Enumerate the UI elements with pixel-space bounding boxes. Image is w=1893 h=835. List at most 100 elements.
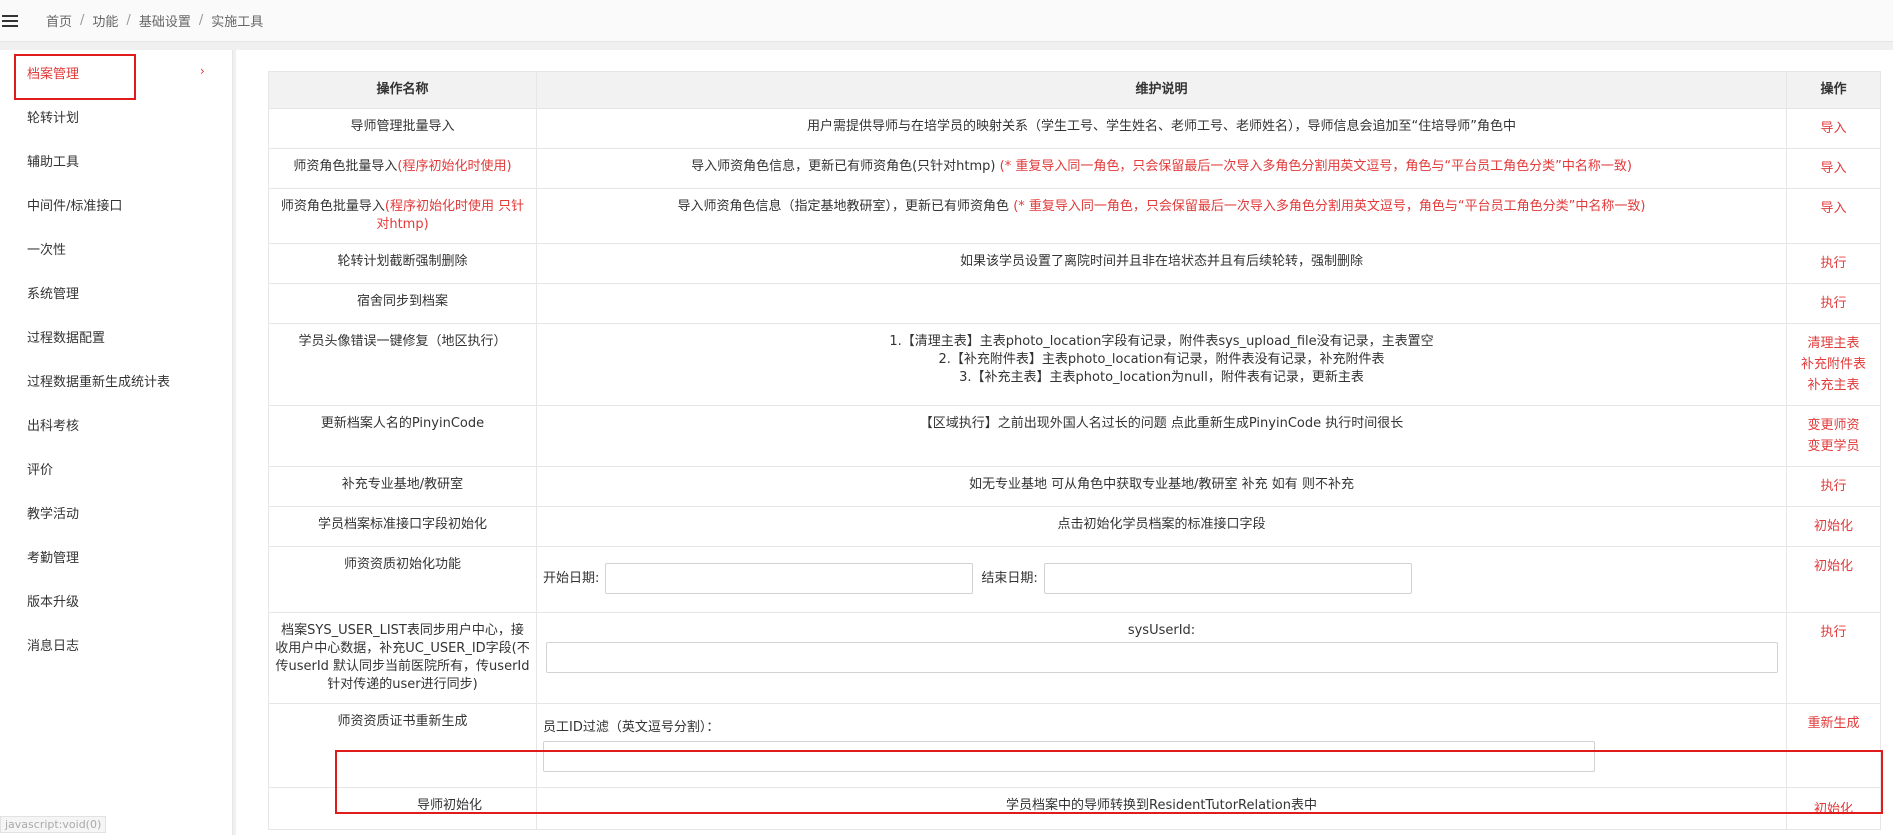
employee-id-filter-input[interactable]: [543, 741, 1595, 772]
breadcrumb-function[interactable]: 功能: [92, 11, 118, 30]
sidebar-item-teaching-activity[interactable]: 教学活动: [0, 490, 232, 534]
menu-icon[interactable]: [2, 14, 22, 28]
sidebar-item-process-data-regenerate[interactable]: 过程数据重新生成统计表: [0, 358, 232, 402]
sidebar-item-evaluation[interactable]: 评价: [0, 446, 232, 490]
row-desc: 用户需提供导师与在培学员的映射关系（学生工号、学生姓名、老师工号、老师姓名），导…: [536, 108, 1787, 149]
execute-link[interactable]: 执行: [1793, 293, 1874, 314]
table-row: 学员档案标准接口字段初始化 点击初始化学员档案的标准接口字段 初始化: [268, 506, 1881, 547]
table-row: 师资角色批量导入(程序初始化时使用 只针对htmp) 导入师资角色信息（指定基地…: [268, 188, 1881, 244]
row-name-text: 师资角色批量导入: [293, 159, 398, 174]
start-date-input[interactable]: [605, 563, 974, 594]
sidebar-item-version-upgrade[interactable]: 版本升级: [0, 578, 232, 622]
sidebar-item-label: 考勤管理: [27, 550, 80, 566]
breadcrumb-current: 实施工具: [211, 15, 264, 30]
row-name-text: 师资角色批量导入: [280, 199, 385, 214]
table-row: 档案SYS_USER_LIST表同步用户中心，接收用户中心数据，补充UC_USE…: [268, 612, 1881, 704]
sidebar-item-label: 中间件/标准接口: [27, 198, 123, 214]
sidebar-item-label: 消息日志: [27, 638, 80, 654]
breadcrumb-home[interactable]: 首页: [46, 11, 72, 30]
row-desc: 学员档案中的导师转换到ResidentTutorRelation表中: [536, 787, 1787, 830]
desc-line: 1.【清理主表】主表photo_location字段有记录，附件表sys_upl…: [889, 334, 1434, 349]
sidebar-item-message-log[interactable]: 消息日志: [0, 622, 232, 666]
sidebar-item-label: 系统管理: [27, 286, 80, 302]
row-name-note: (程序初始化时使用 只针对htmp): [376, 199, 525, 232]
row-name: 档案SYS_USER_LIST表同步用户中心，接收用户中心数据，补充UC_USE…: [268, 612, 537, 704]
sidebar-item-system-management[interactable]: 系统管理: [0, 270, 232, 314]
row-name: 补充专业基地/教研室: [268, 466, 537, 507]
execute-link[interactable]: 执行: [1793, 253, 1874, 274]
chevron-right-icon: ›: [200, 64, 205, 78]
clean-main-table-link[interactable]: 清理主表: [1793, 333, 1874, 354]
breadcrumb-basic-settings[interactable]: 基础设置: [139, 11, 191, 30]
row-name: 师资资质证书重新生成: [268, 703, 537, 788]
row-desc: 导入师资角色信息，更新已有师资角色(只针对htmp) (* 重复导入同一角色，只…: [536, 148, 1787, 189]
row-name: 师资角色批量导入(程序初始化时使用 只针对htmp): [268, 188, 537, 244]
initialize-link[interactable]: 初始化: [1793, 556, 1874, 577]
sidebar-item-attendance[interactable]: 考勤管理: [0, 534, 232, 578]
header-operation-name: 操作名称: [268, 71, 537, 109]
sidebar-item-middleware[interactable]: 中间件/标准接口: [0, 182, 232, 226]
sidebar: 档案管理 › 轮转计划 辅助工具 中间件/标准接口 一次性 系统管理 过程数据配…: [0, 50, 233, 835]
sidebar-item-label: 过程数据配置: [27, 330, 106, 346]
table-row: 导师初始化 学员档案中的导师转换到ResidentTutorRelation表中…: [268, 787, 1881, 830]
sidebar-item-archive-management[interactable]: 档案管理 ›: [0, 50, 232, 94]
row-desc-note: (* 重复导入同一角色，只会保留最后一次导入多角色分割用英文逗号，角色与“平台员…: [999, 159, 1632, 174]
row-desc-text: 导入师资角色信息（指定基地教研室），更新已有师资角色: [677, 199, 1010, 214]
table-row: 师资资质证书重新生成 员工ID过滤（英文逗号分割）： 重新生成: [268, 703, 1881, 788]
row-name: 学员档案标准接口字段初始化: [268, 506, 537, 547]
end-date-input[interactable]: [1043, 563, 1412, 594]
sys-user-id-input[interactable]: [545, 642, 1778, 673]
table-row: 宿舍同步到档案 执行: [268, 283, 1881, 324]
header-action: 操作: [1786, 71, 1881, 109]
row-name: 导师初始化: [268, 787, 537, 830]
execute-link[interactable]: 执行: [1793, 476, 1874, 497]
import-link[interactable]: 导入: [1793, 158, 1874, 179]
table-row: 学员头像错误一键修复（地区执行） 1.【清理主表】主表photo_locatio…: [268, 323, 1881, 406]
row-name: 学员头像错误一键修复（地区执行）: [268, 323, 537, 406]
row-desc: 如无专业基地 可从角色中获取专业基地/教研室 补充 如有 则不补充: [536, 466, 1787, 507]
import-link[interactable]: 导入: [1793, 118, 1874, 139]
table-header-row: 操作名称 维护说明 操作: [268, 71, 1881, 109]
top-bar: 首页 / 功能 / 基础设置 / 实施工具: [0, 0, 1893, 42]
row-name: 宿舍同步到档案: [268, 283, 537, 324]
sidebar-item-exit-exam[interactable]: 出科考核: [0, 402, 232, 446]
sidebar-item-auxiliary-tools[interactable]: 辅助工具: [0, 138, 232, 182]
main-content: 操作名称 维护说明 操作 导师管理批量导入 用户需提供导师与在培学员的映射关系（…: [236, 50, 1893, 835]
row-name: 导师管理批量导入: [268, 108, 537, 149]
row-desc-text: 导入师资角色信息，更新已有师资角色(只针对htmp): [691, 159, 996, 174]
sidebar-item-rotation-plan[interactable]: 轮转计划: [0, 94, 232, 138]
desc-line: 3.【补充主表】主表photo_location为null，附件表有记录，更新主…: [959, 370, 1364, 385]
row-desc: 员工ID过滤（英文逗号分割）：: [536, 703, 1787, 788]
supplement-main-table-link[interactable]: 补充主表: [1793, 375, 1874, 396]
row-name: 师资资质初始化功能: [268, 546, 537, 613]
header-maintenance-desc: 维护说明: [536, 71, 1787, 109]
table-row: 补充专业基地/教研室 如无专业基地 可从角色中获取专业基地/教研室 补充 如有 …: [268, 466, 1881, 507]
table-row: 轮转计划截断强制删除 如果该学员设置了离院时间并且非在培状态并且有后续轮转，强制…: [268, 243, 1881, 284]
change-student-link[interactable]: 变更学员: [1793, 436, 1874, 457]
initialize-link[interactable]: 初始化: [1793, 799, 1874, 820]
breadcrumb: 首页 / 功能 / 基础设置 / 实施工具: [46, 11, 263, 30]
table-row: 导师管理批量导入 用户需提供导师与在培学员的映射关系（学生工号、学生姓名、老师工…: [268, 108, 1881, 149]
sys-user-id-label: sysUserId:: [1127, 623, 1196, 638]
sidebar-item-label: 评价: [27, 462, 54, 478]
row-desc: 导入师资角色信息（指定基地教研室），更新已有师资角色 (* 重复导入同一角色，只…: [536, 188, 1787, 244]
row-desc: 开始日期: 结束日期:: [536, 546, 1787, 613]
supplement-attachment-link[interactable]: 补充附件表: [1793, 354, 1874, 375]
sidebar-item-label: 辅助工具: [27, 154, 80, 170]
sidebar-item-label: 教学活动: [27, 506, 80, 522]
end-date-label: 结束日期:: [981, 570, 1038, 586]
row-desc: 点击初始化学员档案的标准接口字段: [536, 506, 1787, 547]
regenerate-link[interactable]: 重新生成: [1793, 713, 1874, 734]
row-desc: 如果该学员设置了离院时间并且非在培状态并且有后续轮转，强制删除: [536, 243, 1787, 284]
table-row: 更新档案人名的PinyinCode 【区域执行】之前出现外国人名过长的问题 点此…: [268, 405, 1881, 467]
row-name: 轮转计划截断强制删除: [268, 243, 537, 284]
table-row: 师资角色批量导入(程序初始化时使用) 导入师资角色信息，更新已有师资角色(只针对…: [268, 148, 1881, 189]
row-name-note: (程序初始化时使用): [397, 159, 512, 174]
change-teacher-link[interactable]: 变更师资: [1793, 415, 1874, 436]
status-bar-url: javascript:void(0): [0, 816, 107, 833]
import-link[interactable]: 导入: [1793, 198, 1874, 219]
execute-link[interactable]: 执行: [1793, 622, 1874, 643]
initialize-link[interactable]: 初始化: [1793, 516, 1874, 537]
sidebar-item-one-time[interactable]: 一次性: [0, 226, 232, 270]
sidebar-item-process-data-config[interactable]: 过程数据配置: [0, 314, 232, 358]
